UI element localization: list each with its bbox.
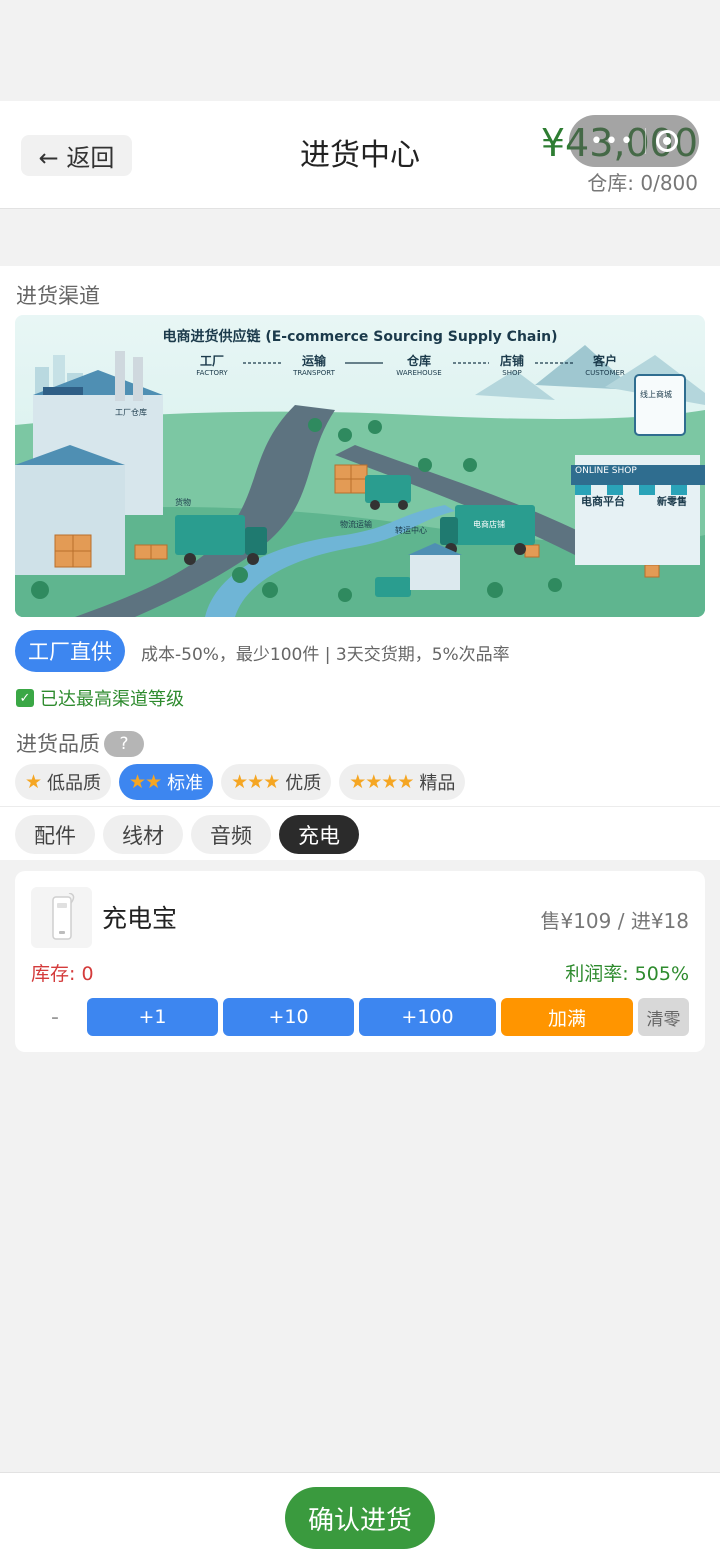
close-circle-icon[interactable] xyxy=(655,130,678,152)
quality-section: 进货品质? xyxy=(16,728,144,758)
banner-step-customer: 客户 xyxy=(592,353,617,368)
quality-options: ★ 低品质 ★★ 标准 ★★★ 优质 ★★★★ 精品 xyxy=(15,764,466,800)
quality-section-label: 进货品质 xyxy=(16,732,100,756)
banner-step-transport: 运输 xyxy=(302,353,327,368)
product-profit-rate: 利润率: 505% xyxy=(565,963,689,985)
quality-option-label: 优质 xyxy=(285,773,322,794)
channel-panel: 进货渠道 电商进货供应链 (E-commerce Sourcing Supply… xyxy=(0,266,720,860)
quality-option-boutique[interactable]: ★★★★ 精品 xyxy=(339,764,466,800)
channel-tag-factory-direct[interactable]: 工厂直供 xyxy=(15,630,125,672)
warehouse-capacity: 仓库: 0/800 xyxy=(587,171,698,195)
mini-program-capsule[interactable]: ••• xyxy=(569,115,699,167)
quality-option-premium[interactable]: ★★★ 优质 xyxy=(221,764,332,800)
banner-label-hub: 转运中心 xyxy=(395,525,427,535)
banner-label-online-shop: ONLINE SHOP xyxy=(575,466,637,476)
banner-step-factory-en: FACTORY xyxy=(196,369,228,377)
tab-charging[interactable]: 充电 xyxy=(279,815,359,854)
banner-step-customer-en: CUSTOMER xyxy=(585,369,625,377)
decrease-button[interactable]: - xyxy=(31,998,79,1036)
fill-max-button[interactable]: 加满 xyxy=(501,998,633,1036)
banner-label-factory: 工厂仓库 xyxy=(115,407,147,417)
banner-step-factory: 工厂 xyxy=(200,354,224,368)
category-tabs: 配件 线材 音频 充电 xyxy=(15,815,359,854)
add-100-button[interactable]: +100 xyxy=(359,998,496,1036)
more-icon[interactable]: ••• xyxy=(590,129,635,154)
power-bank-image xyxy=(31,887,92,948)
banner-label-platform: 电商平台 xyxy=(581,494,625,508)
banner-label-goods: 货物 xyxy=(175,497,191,507)
back-button[interactable]: ← 返回 xyxy=(21,135,132,176)
product-card: 充电宝 售¥109 / 进¥18 库存: 0 利润率: 505% - +1 +1… xyxy=(15,871,705,1052)
star-icon: ★★ xyxy=(129,771,162,793)
top-bar: ← 返回 进货中心 ¥43,000 ••• 仓库: 0/800 xyxy=(0,101,720,209)
check-icon: ✓ xyxy=(16,689,34,707)
quality-option-label: 标准 xyxy=(167,773,204,794)
tab-cables[interactable]: 线材 xyxy=(103,815,183,854)
quality-help-button[interactable]: ? xyxy=(104,731,144,757)
clear-button[interactable]: 清零 xyxy=(638,998,689,1036)
banner-label-logistics: 物流运输 xyxy=(340,519,372,529)
banner-step-shop-en: SHOP xyxy=(502,369,521,377)
supply-chain-banner: 电商进货供应链 (E-commerce Sourcing Supply Chai… xyxy=(15,315,705,617)
divider xyxy=(0,806,720,807)
channel-section-label: 进货渠道 xyxy=(16,284,100,308)
quality-option-standard[interactable]: ★★ 标准 xyxy=(119,764,214,800)
banner-step-warehouse-en: WAREHOUSE xyxy=(396,369,441,377)
star-icon: ★ xyxy=(25,771,42,793)
tab-audio[interactable]: 音频 xyxy=(191,815,271,854)
quality-option-label: 精品 xyxy=(419,773,456,794)
banner-label-truck: 电商店铺 xyxy=(473,519,505,529)
channel-description: 成本-50%，最少100件 | 3天交货期，5%次品率 xyxy=(141,645,510,665)
quality-option-label: 低品质 xyxy=(47,773,102,794)
add-10-button[interactable]: +10 xyxy=(223,998,354,1036)
product-stock: 库存: 0 xyxy=(31,963,94,985)
banner-step-transport-en: TRANSPORT xyxy=(292,369,335,377)
add-1-button[interactable]: +1 xyxy=(87,998,218,1036)
star-icon: ★★★★ xyxy=(349,771,414,793)
banner-step-warehouse: 仓库 xyxy=(406,353,431,368)
product-price: 售¥109 / 进¥18 xyxy=(540,909,689,933)
channel-level-text: 已达最高渠道等级 xyxy=(40,689,184,710)
quality-option-low[interactable]: ★ 低品质 xyxy=(15,764,112,800)
banner-step-shop: 店铺 xyxy=(500,353,524,368)
capsule-divider xyxy=(644,128,646,154)
banner-title: 电商进货供应链 (E-commerce Sourcing Supply Chai… xyxy=(162,328,557,345)
star-icon: ★★★ xyxy=(231,771,280,793)
banner-label-new-retail: 新零售 xyxy=(657,495,687,508)
tab-accessories[interactable]: 配件 xyxy=(15,815,95,854)
confirm-purchase-button[interactable]: 确认进货 xyxy=(285,1487,435,1549)
channel-level-status: ✓ 已达最高渠道等级 xyxy=(16,685,184,711)
bottom-bar: 确认进货 xyxy=(0,1472,720,1564)
product-name: 充电宝 xyxy=(102,904,178,933)
banner-label-online-mall: 线上商城 xyxy=(640,389,672,399)
